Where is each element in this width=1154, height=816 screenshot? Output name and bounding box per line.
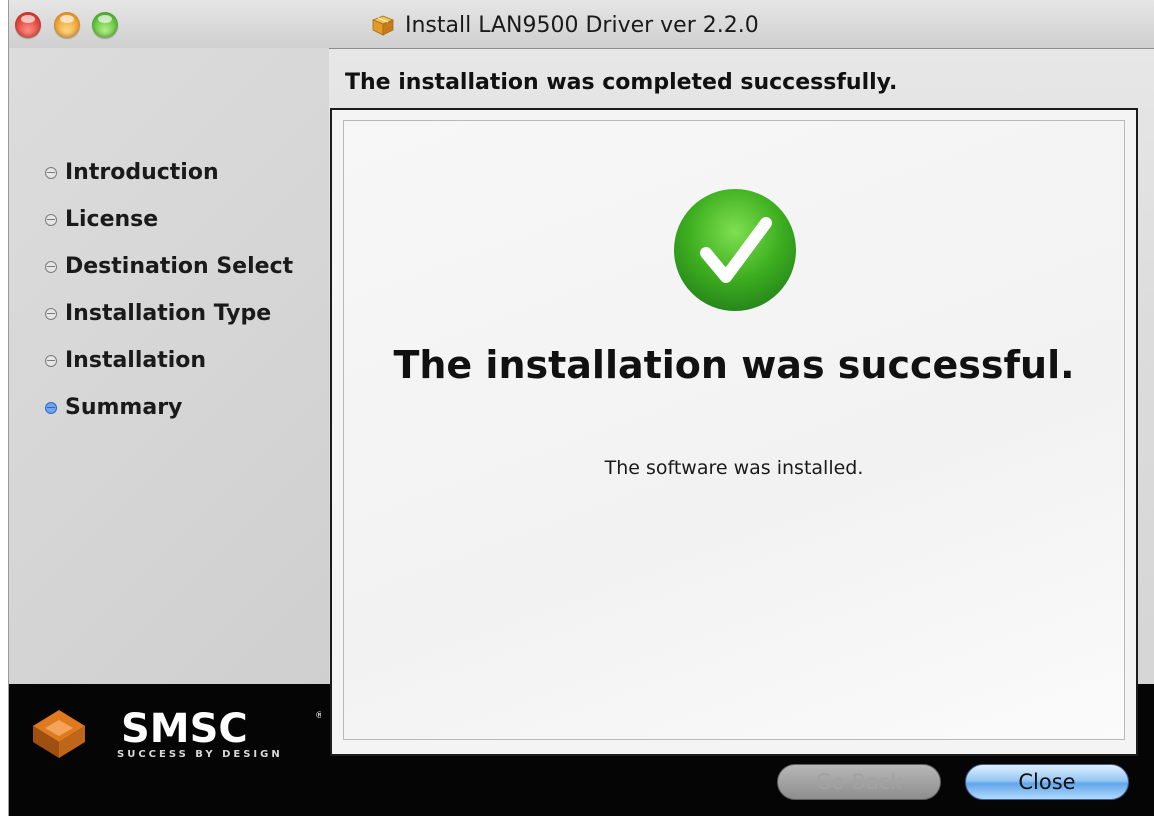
- page-status-heading: The installation was completed successfu…: [345, 70, 898, 95]
- steps-sidebar: Introduction License Destination Select …: [9, 48, 329, 684]
- window-title-group: Install LAN9500 Driver ver 2.2.0: [371, 10, 759, 40]
- svg-text:®: ®: [315, 711, 321, 721]
- package-icon: [371, 14, 395, 36]
- step-bullet-icon: [45, 213, 57, 226]
- content-inner-panel: The installation was successful. The sof…: [343, 120, 1125, 740]
- step-bullet-icon: [45, 307, 57, 320]
- minimize-window-icon[interactable]: [54, 12, 80, 38]
- success-title: The installation was successful.: [393, 343, 1075, 387]
- logo-wordmark: SMSC: [121, 706, 248, 752]
- title-bar[interactable]: Install LAN9500 Driver ver 2.2.0: [9, 0, 1154, 49]
- step-summary: Summary: [45, 395, 182, 420]
- success-checkmark-icon: [672, 187, 798, 313]
- step-bullet-icon: [45, 354, 57, 367]
- content-pane: The installation was successful. The sof…: [330, 108, 1138, 756]
- close-window-icon[interactable]: [15, 12, 41, 38]
- logo-tagline: SUCCESS BY DESIGN: [117, 749, 283, 760]
- go-back-button[interactable]: Go Back: [777, 764, 941, 800]
- step-label: Introduction: [65, 160, 219, 185]
- window-title: Install LAN9500 Driver ver 2.2.0: [405, 12, 759, 38]
- step-label: Summary: [65, 395, 183, 420]
- step-label: Installation Type: [65, 301, 272, 326]
- step-destination-select: Destination Select: [45, 254, 293, 279]
- close-button[interactable]: Close: [965, 764, 1129, 800]
- zoom-window-icon[interactable]: [92, 12, 118, 38]
- step-bullet-icon: [45, 260, 57, 273]
- step-installation: Installation: [45, 348, 206, 373]
- step-installation-type: Installation Type: [45, 301, 271, 326]
- installer-window: Install LAN9500 Driver ver 2.2.0 Introdu…: [8, 0, 1154, 816]
- step-bullet-icon: [45, 166, 57, 179]
- step-introduction: Introduction: [45, 160, 219, 185]
- step-bullet-active-icon: [45, 401, 57, 414]
- step-label: Installation: [65, 348, 207, 373]
- step-label: License: [65, 207, 159, 232]
- success-message: The software was installed.: [604, 457, 864, 479]
- step-label: Destination Select: [65, 254, 294, 279]
- step-license: License: [45, 207, 158, 232]
